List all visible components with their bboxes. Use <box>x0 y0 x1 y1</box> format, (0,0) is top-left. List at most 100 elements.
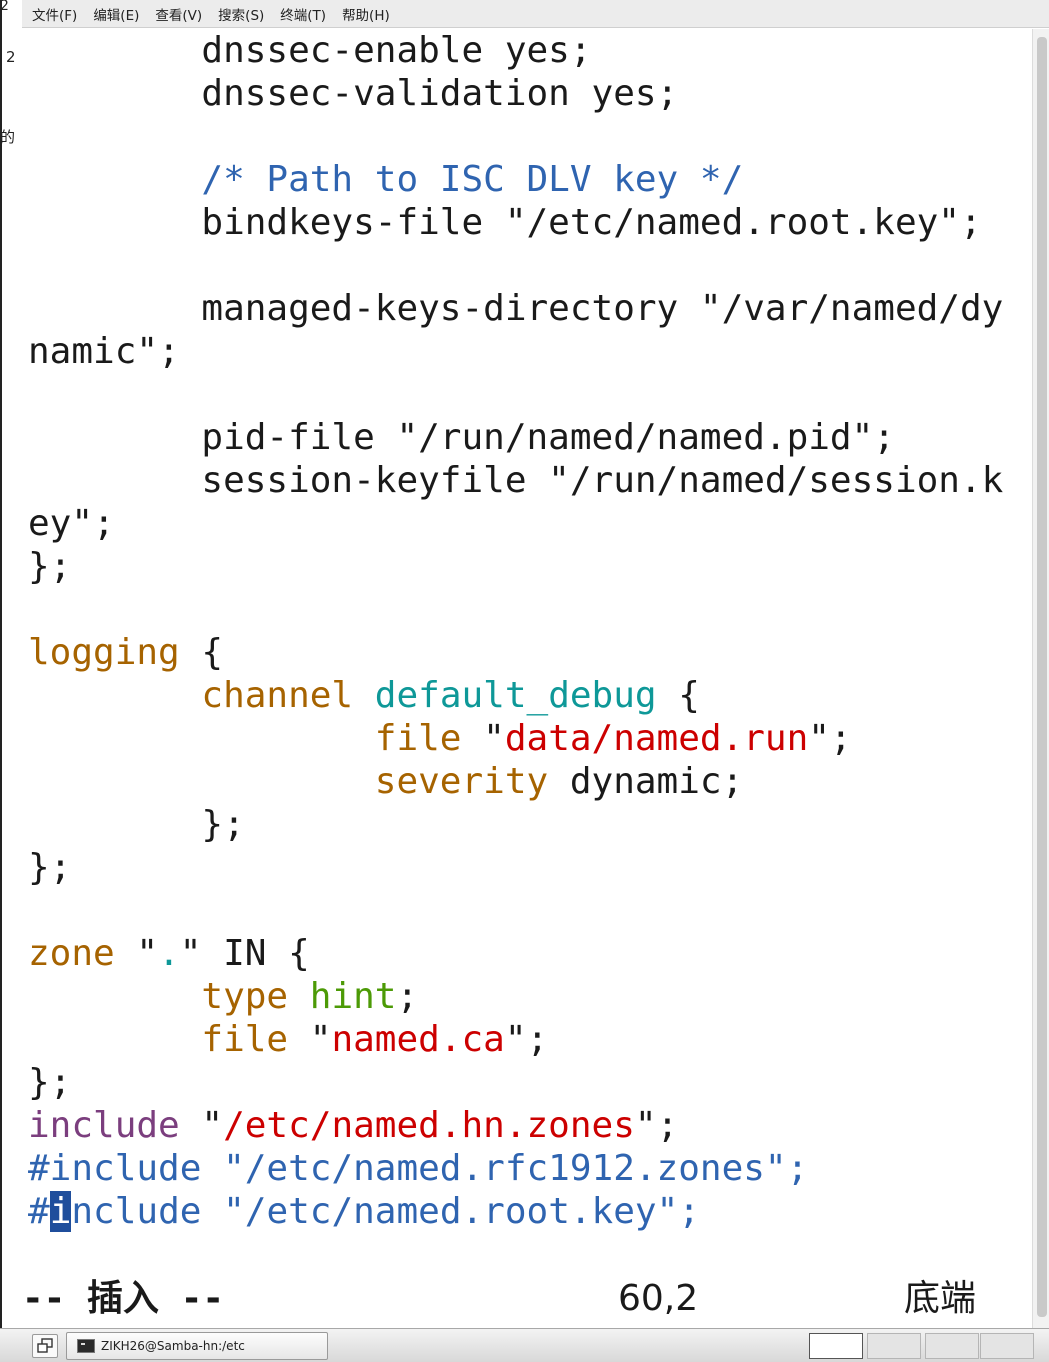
code-token: " <box>114 933 159 974</box>
scroll-position: 底端 <box>904 1278 977 1319</box>
code-token: { <box>179 632 224 673</box>
background-window[interactable]: 2 2 的 <box>0 0 23 1328</box>
background-window-text-mid: 2 <box>6 48 16 66</box>
code-token: include <box>28 1105 180 1146</box>
editor-line: include "/etc/named.hn.zones"; <box>28 1104 678 1147</box>
vim-mode-indicator: -- 插入 -- <box>22 1278 225 1319</box>
taskbar: ZIKH26@Samba-hn:/etc <box>0 1328 1049 1362</box>
code-token: # <box>28 1191 50 1232</box>
code-token: "; <box>504 1019 549 1060</box>
code-token: { <box>656 675 700 716</box>
vim-editor[interactable]: dnssec-enable yes; dnssec-validation yes… <box>28 29 1031 1326</box>
editor-line: }; <box>28 803 244 846</box>
code-token: }; <box>28 546 72 587</box>
show-desktop-icon <box>37 1338 53 1353</box>
code-token: logging <box>28 632 180 673</box>
code-token: severity <box>374 761 549 802</box>
code-token: /* Path to ISC DLV key */ <box>201 159 744 200</box>
workspace-4[interactable] <box>980 1333 1034 1359</box>
editor-line: file "named.ca"; <box>28 1018 548 1061</box>
taskbar-window-button[interactable]: ZIKH26@Samba-hn:/etc <box>66 1332 328 1360</box>
code-token: }; <box>28 847 72 888</box>
code-token: managed-keys-directory "/var/named/dy <box>28 288 1004 329</box>
background-window-text-top: 2 <box>0 0 9 14</box>
editor-line: zone "." IN { <box>28 932 310 975</box>
editor-line: logging { <box>28 631 223 674</box>
editor-line: dnssec-validation yes; <box>28 72 678 115</box>
code-token: session-keyfile "/run/named/session.k <box>28 460 1004 501</box>
menu-item-2[interactable]: 查看(V) <box>155 4 202 24</box>
code-token: " IN { <box>179 933 310 974</box>
code-token: default_debug <box>374 675 657 716</box>
code-token: channel <box>201 675 354 716</box>
code-token: nclude "/etc/named.root.key"; <box>71 1191 700 1232</box>
editor-line: namic"; <box>28 330 180 373</box>
workspace-2[interactable] <box>867 1333 921 1359</box>
menu-item-3[interactable]: 搜索(S) <box>218 4 264 24</box>
code-token: " <box>179 1105 224 1146</box>
text-cursor: i <box>49 1191 72 1232</box>
code-token: dynamic; <box>548 761 744 802</box>
code-token: pid-file "/run/named/named.pid"; <box>28 417 895 458</box>
editor-line: channel default_debug { <box>28 674 700 717</box>
menu-item-5[interactable]: 帮助(H) <box>342 4 390 24</box>
code-token: /etc/named.hn.zones <box>223 1105 635 1146</box>
show-desktop-button[interactable] <box>32 1334 58 1358</box>
code-token: "; <box>634 1105 679 1146</box>
menu-item-4[interactable]: 终端(T) <box>280 4 326 24</box>
background-window-text-low: 的 <box>0 128 16 146</box>
code-token: hint <box>309 976 397 1017</box>
editor-line: bindkeys-file "/etc/named.root.key"; <box>28 201 982 244</box>
workspace-3[interactable] <box>925 1333 979 1359</box>
terminal-window[interactable]: 文件(F) 编辑(E) 查看(V) 搜索(S) 终端(T) 帮助(H) dnssec-en… <box>22 0 1049 1328</box>
code-token: namic"; <box>28 331 180 372</box>
editor-line: ey"; <box>28 502 115 545</box>
code-token: " <box>288 1019 332 1060</box>
code-token: " <box>461 718 505 759</box>
menubar: 文件(F) 编辑(E) 查看(V) 搜索(S) 终端(T) 帮助(H) <box>22 0 1049 28</box>
editor-line: type hint; <box>28 975 418 1018</box>
code-token: #include "/etc/named.rfc1912.zones"; <box>28 1148 809 1189</box>
editor-line: severity dynamic; <box>28 760 743 803</box>
editor-line: #include "/etc/named.root.key"; <box>28 1190 700 1233</box>
code-token: ey"; <box>28 503 115 544</box>
editor-line: }; <box>28 545 71 588</box>
editor-line: session-keyfile "/run/named/session.k <box>28 459 1003 502</box>
editor-line: managed-keys-directory "/var/named/dy <box>28 287 1003 330</box>
editor-line: #include "/etc/named.rfc1912.zones"; <box>28 1147 808 1190</box>
editor-line: }; <box>28 846 71 889</box>
editor-line: pid-file "/run/named/named.pid"; <box>28 416 895 459</box>
editor-line: dnssec-enable yes; <box>28 29 592 72</box>
editor-line: file "data/named.run"; <box>28 717 852 760</box>
window-edge <box>0 0 2 1328</box>
terminal-icon <box>77 1339 95 1353</box>
workspace-1[interactable] <box>809 1333 863 1359</box>
menu-item-0[interactable]: 文件(F) <box>32 4 77 24</box>
code-token: bindkeys-file "/etc/named.root.key"; <box>28 202 982 243</box>
menu-item-1[interactable]: 编辑(E) <box>93 4 139 24</box>
cursor-position: 60,2 <box>618 1278 699 1319</box>
desktop: 2 2 的 文件(F) 编辑(E) 查看(V) 搜索(S) 终端(T) 帮助(H) dns… <box>0 0 1049 1362</box>
code-token: dnssec-validation yes; <box>28 73 679 114</box>
code-token: "; <box>808 718 852 759</box>
editor-line: }; <box>28 1061 71 1104</box>
code-token: file <box>201 1019 289 1060</box>
taskbar-window-label: ZIKH26@Samba-hn:/etc <box>101 1339 245 1353</box>
code-token: type <box>201 976 289 1017</box>
code-token: data/named.run <box>504 718 809 759</box>
code-token: . <box>158 933 180 974</box>
code-token: }; <box>28 1062 72 1103</box>
scrollbar-thumb[interactable] <box>1037 37 1047 1317</box>
editor-line: /* Path to ISC DLV key */ <box>28 158 743 201</box>
scrollbar[interactable] <box>1032 29 1049 1328</box>
code-token: named.ca <box>331 1019 505 1060</box>
code-token: dnssec-enable yes; <box>28 30 592 71</box>
code-token: zone <box>28 933 115 974</box>
